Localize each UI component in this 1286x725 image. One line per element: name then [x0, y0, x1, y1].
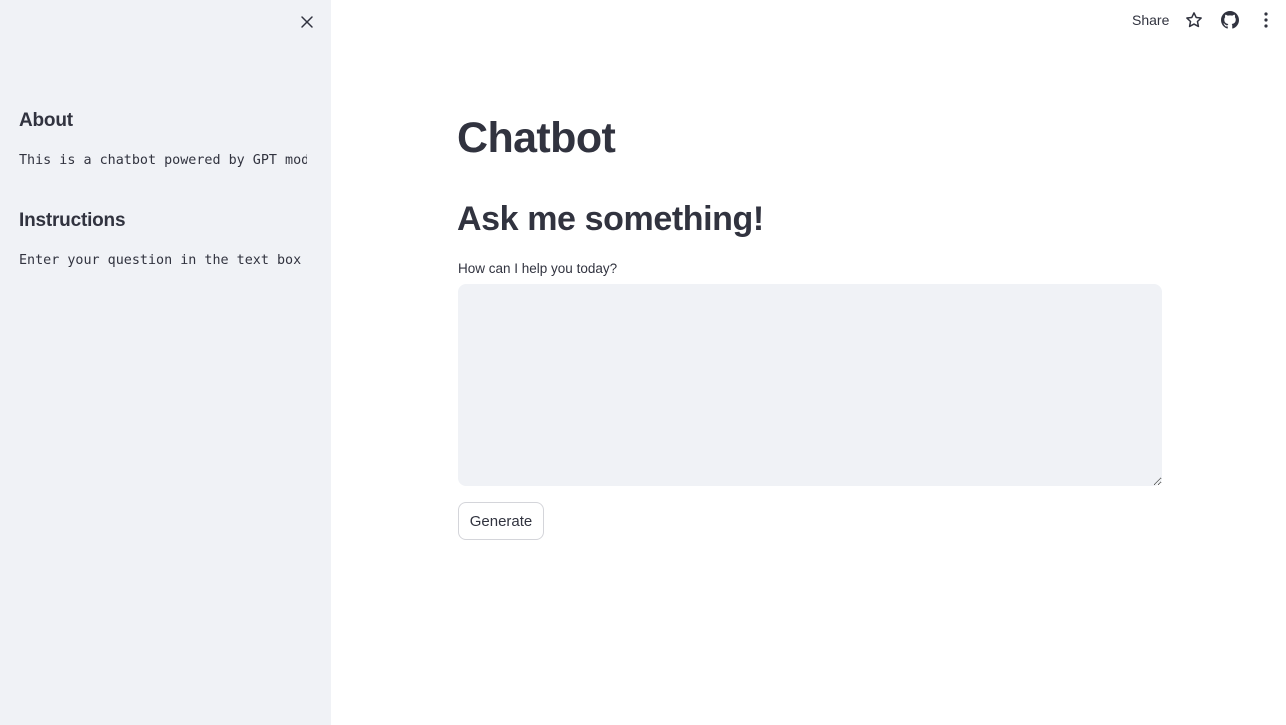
star-icon[interactable]: [1185, 11, 1203, 29]
app-root: About This is a chatbot powered by GPT m…: [0, 0, 1286, 725]
sidebar-about-text: This is a chatbot powered by GPT model.: [19, 153, 307, 168]
generate-button[interactable]: Generate: [458, 502, 544, 540]
page-subtitle: Ask me something!: [457, 200, 764, 238]
sidebar-instructions-text: Enter your question in the text box belo…: [19, 253, 307, 268]
page-title: Chatbot: [457, 114, 616, 162]
sidebar-about-heading: About: [19, 110, 73, 131]
share-button[interactable]: Share: [1132, 11, 1169, 29]
question-input-label: How can I help you today?: [458, 261, 618, 276]
sidebar: About This is a chatbot powered by GPT m…: [0, 0, 331, 725]
question-input[interactable]: [458, 284, 1162, 486]
github-icon[interactable]: [1221, 11, 1239, 29]
kebab-menu-icon[interactable]: [1257, 11, 1275, 29]
close-icon[interactable]: [296, 11, 318, 33]
sidebar-instructions-heading: Instructions: [19, 210, 126, 231]
